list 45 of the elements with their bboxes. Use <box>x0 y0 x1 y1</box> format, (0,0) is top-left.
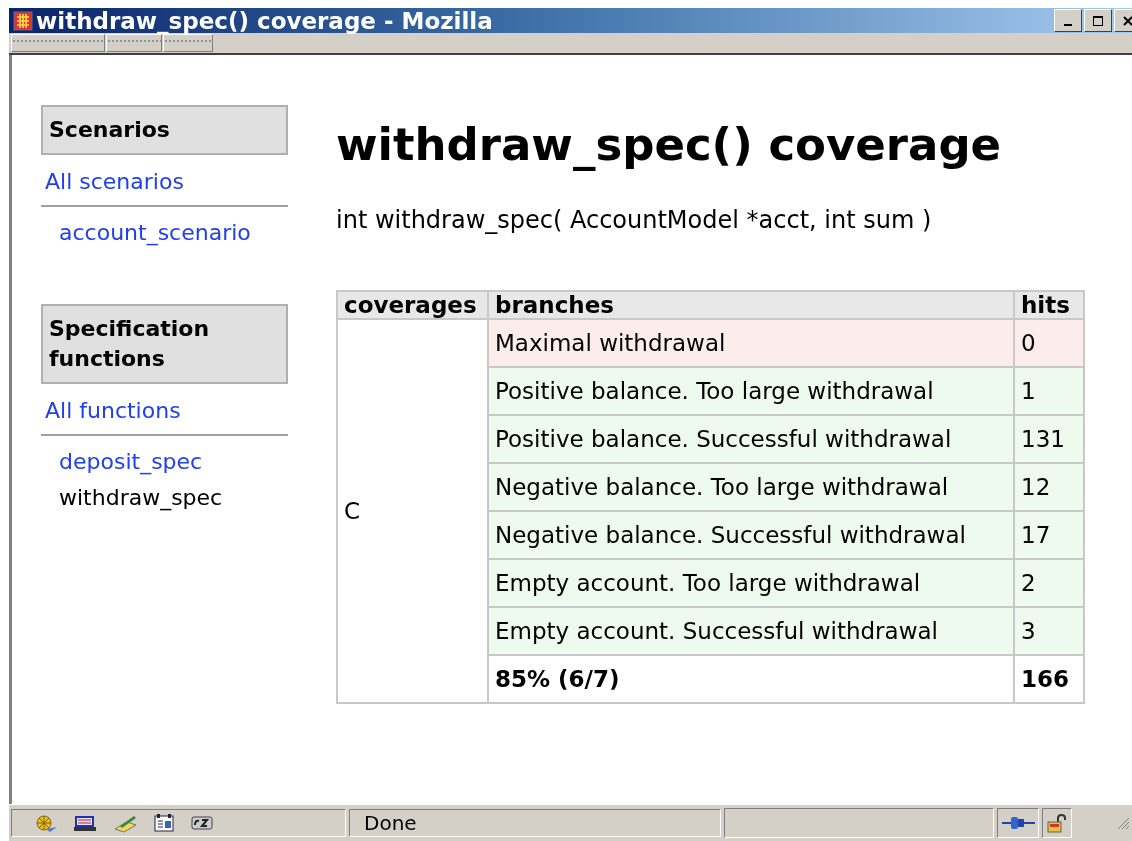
table-cell: Negative balance. Too large withdrawal <box>488 463 1014 511</box>
table-cell: 166 <box>1014 655 1084 703</box>
table-cell: Empty account. Successful withdrawal <box>488 607 1014 655</box>
lock-icon <box>1046 813 1068 833</box>
table-cell: 85% (6/7) <box>488 655 1014 703</box>
maximize-button[interactable] <box>1084 9 1112 32</box>
link[interactable]: All functions <box>45 398 181 423</box>
minimize-icon <box>1064 23 1072 26</box>
collapsed-toolbar[interactable] <box>106 34 162 52</box>
table-cell: Maximal withdrawal <box>488 319 1014 367</box>
page-heading: withdraw_spec() coverage <box>336 117 1003 173</box>
table-cell: 17 <box>1014 511 1084 559</box>
minimize-button[interactable] <box>1054 9 1082 32</box>
table-cell: 0 <box>1014 319 1084 367</box>
table-cell: 1 <box>1014 367 1084 415</box>
collapsed-toolbar[interactable] <box>11 34 105 52</box>
table-cell: 2 <box>1014 559 1084 607</box>
maximize-icon <box>1092 14 1104 27</box>
window-title: withdraw_spec() coverage - Mozilla <box>36 7 493 34</box>
section-header: Scenarios <box>41 105 288 155</box>
table-cell: Negative balance. Successful withdrawal <box>488 511 1014 559</box>
section-header: Specification functions <box>41 304 288 384</box>
table-cell: Positive balance. Too large withdrawal <box>488 367 1014 415</box>
link[interactable]: deposit_spec <box>59 449 203 474</box>
function-signature: int withdraw_spec( AccountModel *acct, int sum ) <box>336 205 933 235</box>
link[interactable]: account_scenario <box>59 220 251 245</box>
column-header: hits <box>1014 291 1084 319</box>
table-cell: 12 <box>1014 463 1084 511</box>
column-header: branches <box>488 291 1014 319</box>
pen-icon[interactable] <box>112 813 138 833</box>
address-book-icon[interactable] <box>152 813 176 833</box>
table-cell: 131 <box>1014 415 1084 463</box>
current-item[interactable]: withdraw_spec <box>59 485 223 510</box>
column-header: coverages <box>337 291 488 319</box>
table-cell: 3 <box>1014 607 1084 655</box>
status-text: Done <box>349 809 721 837</box>
composer-icon[interactable] <box>190 813 214 833</box>
collapsed-toolbar[interactable] <box>163 34 213 52</box>
resize-grip[interactable] <box>1116 816 1130 830</box>
table-cell: Positive balance. Successful withdrawal <box>488 415 1014 463</box>
table-cell: Empty account. Too large withdrawal <box>488 559 1014 607</box>
app-icon <box>13 10 33 31</box>
close-icon <box>1122 14 1132 27</box>
link[interactable]: All scenarios <box>45 169 184 194</box>
mail-icon[interactable] <box>72 813 98 833</box>
